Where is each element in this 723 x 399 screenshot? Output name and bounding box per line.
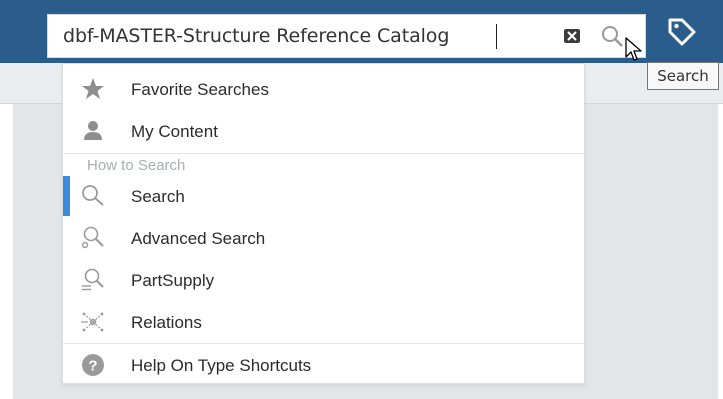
divider bbox=[63, 343, 584, 344]
menu-item-advanced-search[interactable]: Advanced Search bbox=[63, 218, 584, 258]
advanced-search-icon bbox=[80, 225, 106, 251]
divider bbox=[63, 153, 584, 154]
help-icon: ? bbox=[80, 352, 106, 378]
menu-item-label: PartSupply bbox=[131, 271, 215, 290]
menu-item-label: Advanced Search bbox=[131, 229, 266, 248]
menu-item-my-content[interactable]: My Content bbox=[63, 111, 584, 151]
menu-item-label: Help On Type Shortcuts bbox=[131, 356, 312, 375]
tag-icon[interactable] bbox=[660, 14, 700, 50]
search-input[interactable]: dbf-MASTER-Structure Reference Catalog bbox=[63, 25, 449, 47]
search-tooltip: Search bbox=[647, 62, 719, 90]
svg-text:?: ? bbox=[88, 358, 97, 375]
menu-item-label: My Content bbox=[131, 122, 218, 141]
clear-search-icon[interactable] bbox=[564, 29, 580, 43]
menu-item-label: Favorite Searches bbox=[131, 80, 269, 99]
menu-item-label: Relations bbox=[131, 313, 202, 332]
search-icon[interactable] bbox=[600, 24, 626, 50]
section-header: How to Search bbox=[87, 157, 186, 174]
menu-item-label: Search bbox=[131, 187, 185, 206]
relations-icon bbox=[80, 309, 106, 335]
search-dropdown: Favorite Searches My Content How to Sear… bbox=[62, 63, 585, 384]
menu-item-search[interactable]: Search bbox=[63, 176, 584, 216]
person-icon bbox=[80, 118, 106, 144]
search-box[interactable]: dbf-MASTER-Structure Reference Catalog bbox=[47, 14, 646, 58]
magnifier-icon bbox=[80, 183, 106, 209]
menu-item-favorite-searches[interactable]: Favorite Searches bbox=[63, 69, 584, 109]
menu-item-relations[interactable]: Relations bbox=[63, 302, 584, 342]
top-bar: dbf-MASTER-Structure Reference Catalog bbox=[0, 0, 723, 63]
text-caret bbox=[496, 24, 497, 49]
menu-item-partsupply[interactable]: PartSupply bbox=[63, 260, 584, 300]
star-icon bbox=[80, 76, 106, 102]
partsupply-icon bbox=[80, 267, 106, 293]
menu-item-help-shortcuts[interactable]: ? Help On Type Shortcuts bbox=[63, 345, 584, 385]
mouse-cursor-icon bbox=[624, 37, 644, 68]
